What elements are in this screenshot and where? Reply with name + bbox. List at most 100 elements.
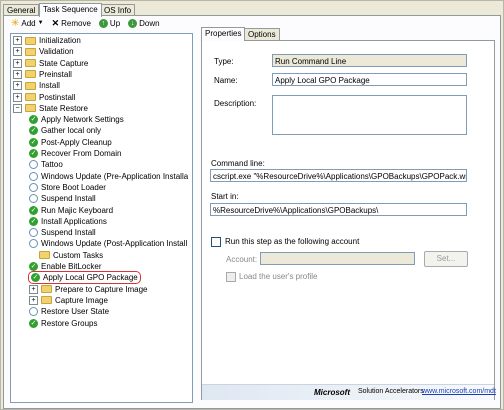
set-button[interactable]: Set... [424, 251, 468, 267]
run-as-checkbox[interactable] [211, 237, 221, 247]
run-as-label: Run this step as the following account [225, 237, 360, 246]
expand-icon[interactable]: + [13, 81, 22, 91]
check-icon: ✓ [29, 262, 38, 271]
load-profile-label: Load the user's profile [239, 272, 318, 281]
tree-item[interactable]: + Capture Image [29, 295, 108, 306]
description-field[interactable] [272, 95, 467, 135]
expand-icon[interactable]: + [13, 36, 22, 45]
remove-icon: ✕ [51, 17, 60, 28]
tree-item-label: Restore User State [41, 307, 110, 317]
step-icon [29, 228, 38, 238]
tree-item[interactable]: ✓ Recover From Domain [29, 148, 121, 159]
tree-item-label: Install [39, 81, 60, 91]
tree-item[interactable]: Suspend Install [29, 193, 96, 204]
down-button[interactable]: ↓ Down [126, 17, 161, 29]
tree-item-label: State Capture [39, 58, 89, 68]
name-field[interactable]: Apply Local GPO Package [272, 73, 467, 86]
tree-item[interactable]: ✓ Install Applications [29, 216, 107, 227]
tree-item-label: Prepare to Capture Image [55, 284, 148, 294]
tab-task-sequence[interactable]: Task Sequence [39, 3, 102, 17]
tree-item[interactable]: − State Restore [13, 103, 88, 114]
tree-item-selected[interactable]: ✓ Apply Local GPO Package [28, 271, 141, 285]
folder-icon [41, 285, 52, 294]
tree-item-label: Restore Groups [41, 318, 98, 328]
folder-icon [25, 47, 36, 56]
tree-item[interactable]: ✓ Apply Network Settings [29, 114, 124, 125]
expand-icon[interactable]: + [29, 284, 38, 294]
tree-item-label: Install Applications [41, 216, 107, 226]
tree-item[interactable]: ✓ Gather local only [29, 125, 101, 136]
up-button[interactable]: ↑ Up [97, 17, 122, 29]
folder-icon [25, 104, 36, 113]
task-sequence-tree[interactable]: + Initialization + Validation + State Capture… [10, 33, 193, 403]
tree-item[interactable]: Windows Update (Post-Application Install [29, 238, 187, 249]
start-in-label: Start in: [211, 192, 239, 201]
expand-icon[interactable]: + [13, 92, 22, 102]
step-icon [29, 194, 38, 204]
tree-item[interactable]: Suspend Install [29, 227, 96, 238]
expand-icon[interactable]: + [13, 69, 22, 79]
check-icon: ✓ [29, 149, 38, 158]
tree-item-label: Windows Update (Post-Application Install [41, 239, 188, 249]
tree-item[interactable]: ✓ Run Majic Keyboard [29, 205, 113, 216]
tab-properties[interactable]: Properties [201, 27, 246, 41]
command-line-field[interactable]: cscript.exe "%ResourceDrive%\Application… [210, 169, 467, 182]
load-profile-checkbox[interactable] [226, 272, 236, 282]
tree-item[interactable]: + Preinstall [13, 69, 72, 80]
tree-item-label: Tattoo [41, 160, 63, 170]
microsoft-logo: Microsoft [314, 388, 350, 397]
tab-options[interactable]: Options [244, 28, 280, 40]
properties-panel: Type: Run Command Line Name: Apply Local… [201, 40, 496, 400]
tree-item-label: Recover From Domain [41, 149, 122, 158]
account-field [260, 252, 415, 265]
tree-item[interactable]: ✓ Enable BitLocker [29, 261, 101, 272]
tree-item[interactable]: + Validation [13, 46, 74, 57]
tree-item[interactable]: + Initialization [13, 35, 81, 46]
folder-icon [25, 81, 36, 90]
check-icon: ✓ [29, 126, 38, 136]
tree-item[interactable]: Restore User State [29, 306, 109, 317]
tree-item-label: Capture Image [55, 295, 108, 305]
tree-toolbar: ✳ Add ▼ ✕ Remove ↑ Up ↓ Down [9, 16, 162, 30]
tree-item[interactable]: ✓ Post-Apply Cleanup [29, 137, 112, 148]
expand-icon[interactable]: + [13, 47, 22, 57]
tree-item[interactable]: Windows Update (Pre-Application Installa [29, 171, 188, 182]
mdt-link[interactable]: www.microsoft.com/mdt [422, 388, 496, 395]
tree-item-label: Gather local only [41, 126, 102, 136]
tree-item-label: Run Majic Keyboard [41, 205, 114, 215]
tree-item-label: Suspend Install [41, 228, 96, 238]
tree-item-label: State Restore [39, 103, 88, 113]
tree-item[interactable]: Custom Tasks [29, 250, 103, 261]
folder-icon [41, 296, 52, 305]
expand-icon[interactable]: + [13, 58, 22, 68]
tree-item-label: Apply Network Settings [41, 115, 124, 125]
check-icon: ✓ [29, 137, 38, 147]
tree-item-label: Suspend Install [41, 194, 96, 204]
tree-item-label: Enable BitLocker [41, 262, 102, 271]
folder-icon [25, 93, 36, 101]
tree-item[interactable]: + Install [13, 80, 60, 91]
remove-button[interactable]: ✕ Remove [50, 17, 93, 29]
name-label: Name: [214, 76, 238, 85]
start-in-field[interactable]: %ResourceDrive%\Applications\GPOBackups\ [210, 203, 467, 216]
tree-item[interactable]: + State Capture [13, 58, 88, 69]
step-icon [29, 171, 38, 181]
add-button[interactable]: ✳ Add ▼ [9, 17, 46, 29]
tree-item-label: Preinstall [39, 69, 72, 79]
up-label: Up [109, 18, 121, 28]
description-label: Description: [214, 99, 257, 108]
tree-item[interactable]: + Prepare to Capture Image [29, 284, 148, 295]
folder-icon [39, 251, 50, 260]
product-label: Solution Accelerators [358, 388, 424, 395]
check-icon: ✓ [31, 273, 40, 283]
remove-label: Remove [61, 18, 91, 28]
tree-item[interactable]: ✓ Restore Groups [29, 318, 97, 329]
expand-icon[interactable]: + [29, 295, 38, 305]
tree-item[interactable]: + Postinstall [13, 92, 75, 103]
tree-item[interactable]: Store Boot Loader [29, 182, 106, 193]
tree-item[interactable]: Tattoo [29, 159, 63, 170]
tree-item-label: Store Boot Loader [41, 182, 106, 192]
check-icon: ✓ [29, 115, 38, 125]
collapse-icon[interactable]: − [13, 103, 22, 113]
check-icon: ✓ [29, 205, 38, 215]
